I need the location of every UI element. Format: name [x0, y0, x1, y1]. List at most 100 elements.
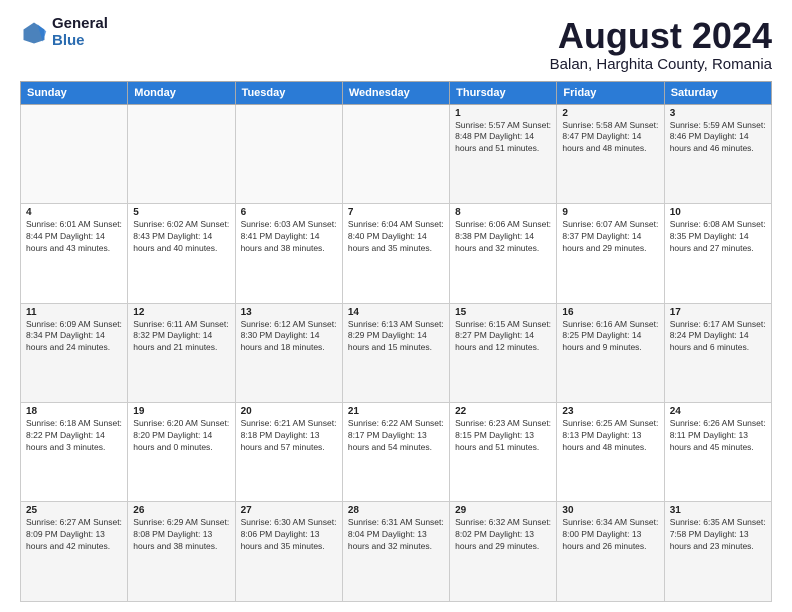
day-number: 3 — [670, 108, 766, 119]
location-title: Balan, Harghita County, Romania — [550, 56, 772, 73]
header-wednesday: Wednesday — [342, 81, 449, 104]
calendar-cell: 29Sunrise: 6:32 AM Sunset: 8:02 PM Dayli… — [450, 502, 557, 602]
day-number: 27 — [241, 505, 337, 516]
calendar-cell: 30Sunrise: 6:34 AM Sunset: 8:00 PM Dayli… — [557, 502, 664, 602]
day-info: Sunrise: 5:58 AM Sunset: 8:47 PM Dayligh… — [562, 120, 658, 156]
logo-general-text: General — [52, 16, 108, 33]
logo-text: General Blue — [52, 16, 108, 49]
calendar-cell: 24Sunrise: 6:26 AM Sunset: 8:11 PM Dayli… — [664, 403, 771, 502]
day-info: Sunrise: 6:08 AM Sunset: 8:35 PM Dayligh… — [670, 219, 766, 255]
day-number: 24 — [670, 406, 766, 417]
day-info: Sunrise: 6:31 AM Sunset: 8:04 PM Dayligh… — [348, 517, 444, 553]
day-number: 22 — [455, 406, 551, 417]
calendar-cell — [342, 104, 449, 203]
day-number: 17 — [670, 307, 766, 318]
day-info: Sunrise: 6:25 AM Sunset: 8:13 PM Dayligh… — [562, 418, 658, 454]
day-info: Sunrise: 6:11 AM Sunset: 8:32 PM Dayligh… — [133, 319, 229, 355]
calendar-cell: 28Sunrise: 6:31 AM Sunset: 8:04 PM Dayli… — [342, 502, 449, 602]
calendar-cell: 22Sunrise: 6:23 AM Sunset: 8:15 PM Dayli… — [450, 403, 557, 502]
calendar-cell: 7Sunrise: 6:04 AM Sunset: 8:40 PM Daylig… — [342, 204, 449, 303]
calendar-cell: 10Sunrise: 6:08 AM Sunset: 8:35 PM Dayli… — [664, 204, 771, 303]
day-info: Sunrise: 6:01 AM Sunset: 8:44 PM Dayligh… — [26, 219, 122, 255]
day-info: Sunrise: 6:21 AM Sunset: 8:18 PM Dayligh… — [241, 418, 337, 454]
week-row-3: 18Sunrise: 6:18 AM Sunset: 8:22 PM Dayli… — [21, 403, 772, 502]
day-info: Sunrise: 6:18 AM Sunset: 8:22 PM Dayligh… — [26, 418, 122, 454]
calendar-cell: 27Sunrise: 6:30 AM Sunset: 8:06 PM Dayli… — [235, 502, 342, 602]
day-info: Sunrise: 6:16 AM Sunset: 8:25 PM Dayligh… — [562, 319, 658, 355]
day-number: 1 — [455, 108, 551, 119]
calendar-cell: 1Sunrise: 5:57 AM Sunset: 8:48 PM Daylig… — [450, 104, 557, 203]
logo-icon — [20, 19, 48, 47]
day-info: Sunrise: 6:30 AM Sunset: 8:06 PM Dayligh… — [241, 517, 337, 553]
header-friday: Friday — [557, 81, 664, 104]
day-number: 6 — [241, 207, 337, 218]
day-number: 16 — [562, 307, 658, 318]
calendar-cell: 31Sunrise: 6:35 AM Sunset: 7:58 PM Dayli… — [664, 502, 771, 602]
day-number: 7 — [348, 207, 444, 218]
calendar-cell: 2Sunrise: 5:58 AM Sunset: 8:47 PM Daylig… — [557, 104, 664, 203]
day-info: Sunrise: 5:57 AM Sunset: 8:48 PM Dayligh… — [455, 120, 551, 156]
day-info: Sunrise: 6:23 AM Sunset: 8:15 PM Dayligh… — [455, 418, 551, 454]
logo: General Blue — [20, 16, 108, 49]
day-info: Sunrise: 6:22 AM Sunset: 8:17 PM Dayligh… — [348, 418, 444, 454]
calendar-header-row: Sunday Monday Tuesday Wednesday Thursday… — [21, 81, 772, 104]
day-number: 10 — [670, 207, 766, 218]
day-number: 2 — [562, 108, 658, 119]
day-info: Sunrise: 6:27 AM Sunset: 8:09 PM Dayligh… — [26, 517, 122, 553]
calendar-cell: 12Sunrise: 6:11 AM Sunset: 8:32 PM Dayli… — [128, 303, 235, 402]
day-info: Sunrise: 6:32 AM Sunset: 8:02 PM Dayligh… — [455, 517, 551, 553]
day-number: 18 — [26, 406, 122, 417]
week-row-2: 11Sunrise: 6:09 AM Sunset: 8:34 PM Dayli… — [21, 303, 772, 402]
day-number: 20 — [241, 406, 337, 417]
calendar-table: Sunday Monday Tuesday Wednesday Thursday… — [20, 81, 772, 602]
day-info: Sunrise: 6:26 AM Sunset: 8:11 PM Dayligh… — [670, 418, 766, 454]
day-info: Sunrise: 6:34 AM Sunset: 8:00 PM Dayligh… — [562, 517, 658, 553]
month-year-title: August 2024 — [550, 16, 772, 56]
day-info: Sunrise: 5:59 AM Sunset: 8:46 PM Dayligh… — [670, 120, 766, 156]
header-monday: Monday — [128, 81, 235, 104]
day-info: Sunrise: 6:15 AM Sunset: 8:27 PM Dayligh… — [455, 319, 551, 355]
calendar-cell: 26Sunrise: 6:29 AM Sunset: 8:08 PM Dayli… — [128, 502, 235, 602]
calendar-cell: 5Sunrise: 6:02 AM Sunset: 8:43 PM Daylig… — [128, 204, 235, 303]
day-number: 26 — [133, 505, 229, 516]
calendar-cell: 8Sunrise: 6:06 AM Sunset: 8:38 PM Daylig… — [450, 204, 557, 303]
calendar-cell: 13Sunrise: 6:12 AM Sunset: 8:30 PM Dayli… — [235, 303, 342, 402]
day-info: Sunrise: 6:20 AM Sunset: 8:20 PM Dayligh… — [133, 418, 229, 454]
day-info: Sunrise: 6:06 AM Sunset: 8:38 PM Dayligh… — [455, 219, 551, 255]
title-area: August 2024 Balan, Harghita County, Roma… — [550, 16, 772, 73]
calendar-cell: 17Sunrise: 6:17 AM Sunset: 8:24 PM Dayli… — [664, 303, 771, 402]
day-info: Sunrise: 6:07 AM Sunset: 8:37 PM Dayligh… — [562, 219, 658, 255]
calendar-cell: 3Sunrise: 5:59 AM Sunset: 8:46 PM Daylig… — [664, 104, 771, 203]
day-number: 9 — [562, 207, 658, 218]
day-number: 21 — [348, 406, 444, 417]
day-info: Sunrise: 6:35 AM Sunset: 7:58 PM Dayligh… — [670, 517, 766, 553]
day-number: 30 — [562, 505, 658, 516]
week-row-1: 4Sunrise: 6:01 AM Sunset: 8:44 PM Daylig… — [21, 204, 772, 303]
day-info: Sunrise: 6:03 AM Sunset: 8:41 PM Dayligh… — [241, 219, 337, 255]
week-row-4: 25Sunrise: 6:27 AM Sunset: 8:09 PM Dayli… — [21, 502, 772, 602]
header-thursday: Thursday — [450, 81, 557, 104]
page-header: General Blue August 2024 Balan, Harghita… — [20, 16, 772, 73]
header-sunday: Sunday — [21, 81, 128, 104]
day-info: Sunrise: 6:17 AM Sunset: 8:24 PM Dayligh… — [670, 319, 766, 355]
day-number: 4 — [26, 207, 122, 218]
calendar-cell: 16Sunrise: 6:16 AM Sunset: 8:25 PM Dayli… — [557, 303, 664, 402]
day-info: Sunrise: 6:12 AM Sunset: 8:30 PM Dayligh… — [241, 319, 337, 355]
day-number: 13 — [241, 307, 337, 318]
calendar-cell: 25Sunrise: 6:27 AM Sunset: 8:09 PM Dayli… — [21, 502, 128, 602]
week-row-0: 1Sunrise: 5:57 AM Sunset: 8:48 PM Daylig… — [21, 104, 772, 203]
calendar-cell — [128, 104, 235, 203]
calendar-cell: 19Sunrise: 6:20 AM Sunset: 8:20 PM Dayli… — [128, 403, 235, 502]
calendar-cell: 4Sunrise: 6:01 AM Sunset: 8:44 PM Daylig… — [21, 204, 128, 303]
day-number: 28 — [348, 505, 444, 516]
day-number: 15 — [455, 307, 551, 318]
calendar-cell — [21, 104, 128, 203]
day-number: 8 — [455, 207, 551, 218]
day-info: Sunrise: 6:13 AM Sunset: 8:29 PM Dayligh… — [348, 319, 444, 355]
calendar-cell — [235, 104, 342, 203]
calendar-cell: 11Sunrise: 6:09 AM Sunset: 8:34 PM Dayli… — [21, 303, 128, 402]
logo-blue-text: Blue — [52, 33, 108, 50]
day-number: 25 — [26, 505, 122, 516]
day-number: 31 — [670, 505, 766, 516]
calendar-cell: 6Sunrise: 6:03 AM Sunset: 8:41 PM Daylig… — [235, 204, 342, 303]
